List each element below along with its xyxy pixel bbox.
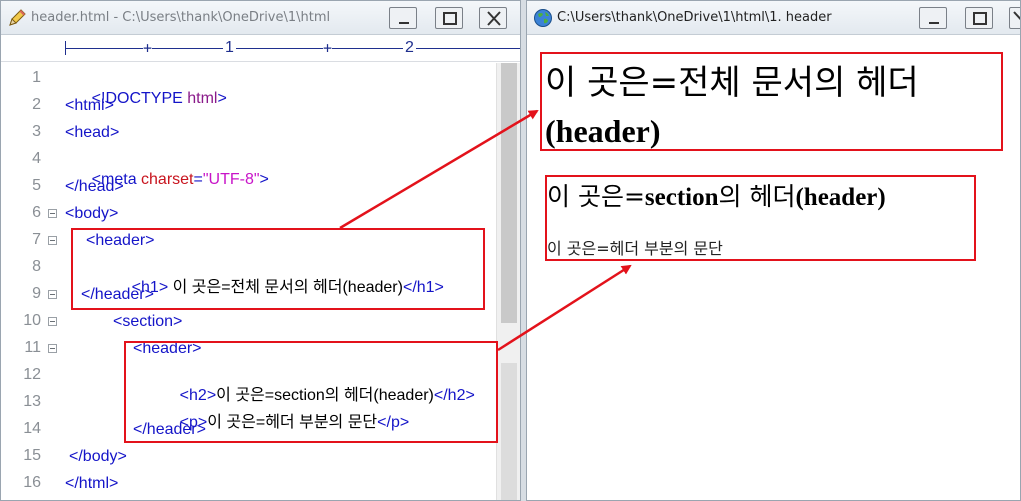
editor-titlebar[interactable]: header.html - C:\Users\thank\OneDrive\1\… bbox=[1, 1, 520, 35]
browser-titlebar[interactable]: C:\Users\thank\OneDrive\1\html\1. header bbox=[527, 1, 1020, 35]
minimize-icon bbox=[399, 22, 409, 24]
close-icon bbox=[1013, 11, 1020, 20]
editor-minimize-button[interactable] bbox=[389, 7, 417, 29]
editor-close-button[interactable] bbox=[479, 7, 507, 29]
annotation-box-code-section-header bbox=[124, 341, 498, 443]
code-line-15: </body> bbox=[69, 448, 127, 465]
close-icon bbox=[487, 11, 501, 26]
code-line-6: <body> bbox=[65, 205, 119, 222]
maximize-icon bbox=[973, 12, 987, 25]
browser-minimize-button[interactable] bbox=[919, 7, 947, 29]
maximize-icon bbox=[443, 12, 457, 25]
code-line-16: </html> bbox=[65, 475, 119, 492]
fold-toggle[interactable] bbox=[48, 317, 57, 326]
browser-maximize-button[interactable] bbox=[965, 7, 993, 29]
annotation-box-rendered-section bbox=[545, 175, 976, 261]
column-ruler: + 1 + 2 bbox=[1, 35, 520, 62]
fold-toggle[interactable] bbox=[48, 344, 57, 353]
code-line-10: <section> bbox=[113, 313, 183, 330]
pencil-icon bbox=[9, 9, 26, 26]
annotation-box-rendered-h1 bbox=[540, 52, 1003, 151]
browser-close-button[interactable] bbox=[1009, 7, 1020, 29]
minimize-icon bbox=[929, 22, 939, 24]
globe-icon bbox=[534, 9, 552, 27]
code-line-2: <html> bbox=[65, 97, 114, 114]
editor-vertical-scrollbar[interactable] bbox=[496, 63, 520, 500]
code-line-3: <head> bbox=[65, 124, 120, 141]
ruler-mark-1: 1 bbox=[223, 38, 236, 58]
annotation-box-code-header bbox=[71, 228, 485, 310]
scrollbar-thumb[interactable] bbox=[501, 63, 517, 323]
fold-toggle[interactable] bbox=[48, 290, 57, 299]
fold-toggle[interactable] bbox=[48, 209, 57, 218]
editor-title: header.html - C:\Users\thank\OneDrive\1\… bbox=[31, 10, 331, 25]
browser-title: C:\Users\thank\OneDrive\1\html\1. header bbox=[557, 10, 832, 25]
fold-toggle[interactable] bbox=[48, 236, 57, 245]
code-line-5: </head> bbox=[65, 178, 124, 195]
editor-maximize-button[interactable] bbox=[435, 7, 463, 29]
ruler-mark-2: 2 bbox=[403, 38, 416, 58]
